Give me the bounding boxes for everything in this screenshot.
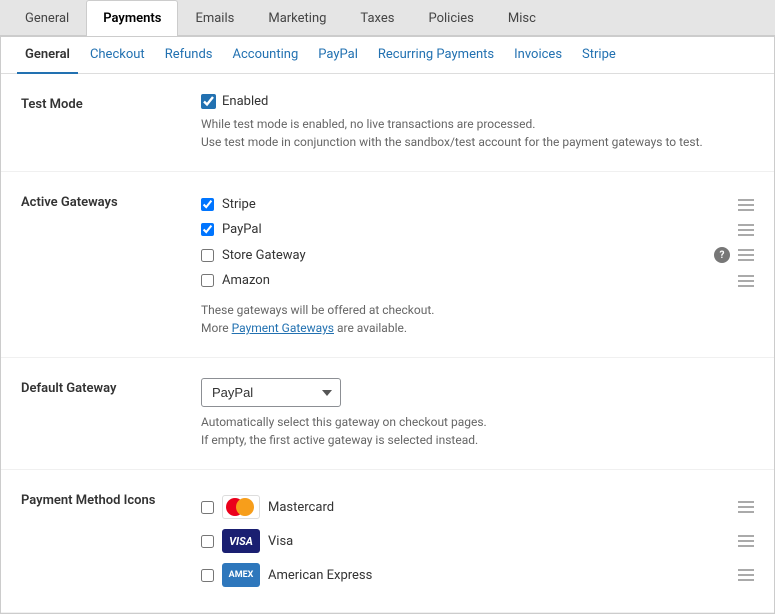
payment-gateways-link[interactable]: Payment Gateways — [232, 321, 334, 335]
top-tab-bar: General Payments Emails Marketing Taxes … — [0, 0, 775, 36]
gateway-stripe: Stripe — [201, 192, 754, 217]
sub-tab-bar: General Checkout Refunds Accounting PayP… — [1, 37, 774, 74]
payment-icon-mastercard-row: Mastercard — [201, 490, 754, 524]
tab-marketing[interactable]: Marketing — [251, 0, 343, 36]
active-gateways-control: Stripe PayPal Store Gateway — [201, 192, 754, 337]
subtab-general[interactable]: General — [17, 37, 78, 74]
default-gateway-label: Default Gateway — [21, 378, 201, 396]
gateway-stripe-drag[interactable] — [738, 199, 754, 211]
active-gateways-row: Active Gateways Stripe PayPal — [1, 172, 774, 358]
subtab-paypal[interactable]: PayPal — [310, 37, 366, 74]
amex-label: American Express — [268, 568, 730, 583]
default-gateway-control: PayPal Stripe Store Gateway Amazon Autom… — [201, 378, 754, 449]
subtab-accounting[interactable]: Accounting — [225, 37, 307, 74]
gateway-amazon-name: Amazon — [222, 273, 730, 288]
payment-icon-amex-row: AMEX American Express — [201, 558, 754, 592]
active-gateways-label: Active Gateways — [21, 192, 201, 210]
gateway-store-name: Store Gateway — [222, 248, 706, 263]
gateway-paypal-checkbox[interactable] — [201, 223, 214, 236]
default-gateway-description: Automatically select this gateway on che… — [201, 413, 754, 449]
mastercard-circles — [226, 498, 256, 516]
gateway-store: Store Gateway ? — [201, 242, 754, 268]
payment-method-icons-label: Payment Method Icons — [21, 490, 201, 508]
amex-checkbox[interactable] — [201, 569, 214, 582]
tab-general[interactable]: General — [8, 0, 86, 36]
gateway-note: These gateways will be offered at checko… — [201, 301, 754, 337]
store-gateway-help-icon[interactable]: ? — [714, 247, 730, 263]
tab-emails[interactable]: Emails — [178, 0, 251, 36]
gateway-paypal-drag[interactable] — [738, 224, 754, 236]
subtab-invoices[interactable]: Invoices — [506, 37, 570, 74]
test-mode-checkbox-line: Enabled — [201, 94, 754, 109]
payment-icon-visa-row: VISA Visa — [201, 524, 754, 558]
mc-circle-right — [236, 498, 254, 516]
subtab-stripe[interactable]: Stripe — [574, 37, 624, 74]
visa-drag[interactable] — [738, 535, 754, 547]
tab-policies[interactable]: Policies — [411, 0, 490, 36]
gateway-amazon-checkbox[interactable] — [201, 274, 214, 287]
amex-icon: AMEX — [222, 563, 260, 587]
gateway-store-drag[interactable] — [738, 249, 754, 261]
gateway-stripe-checkbox[interactable] — [201, 198, 214, 211]
subtab-checkout[interactable]: Checkout — [82, 37, 153, 74]
gateway-store-checkbox[interactable] — [201, 249, 214, 262]
test-mode-checkbox[interactable] — [201, 94, 216, 109]
gateway-amazon-drag[interactable] — [738, 275, 754, 287]
mastercard-icon — [222, 495, 260, 519]
default-gateway-row: Default Gateway PayPal Stripe Store Gate… — [1, 358, 774, 470]
gateway-paypal: PayPal — [201, 217, 754, 242]
tab-payments[interactable]: Payments — [86, 0, 178, 36]
visa-icon: VISA — [222, 529, 260, 553]
default-gateway-select[interactable]: PayPal Stripe Store Gateway Amazon — [201, 378, 341, 407]
test-mode-checkbox-label: Enabled — [222, 94, 268, 109]
subtab-recurring-payments[interactable]: Recurring Payments — [370, 37, 502, 74]
gateway-stripe-name: Stripe — [222, 197, 730, 212]
gateway-paypal-name: PayPal — [222, 222, 730, 237]
visa-checkbox[interactable] — [201, 535, 214, 548]
mastercard-checkbox[interactable] — [201, 501, 214, 514]
visa-label: Visa — [268, 534, 730, 549]
amex-drag[interactable] — [738, 569, 754, 581]
payment-method-icons-control: Mastercard VISA Visa A — [201, 490, 754, 592]
main-content: General Checkout Refunds Accounting PayP… — [0, 36, 775, 614]
settings-body: Test Mode Enabled While test mode is ena… — [1, 74, 774, 613]
test-mode-row: Test Mode Enabled While test mode is ena… — [1, 74, 774, 172]
payment-method-icons-row: Payment Method Icons Mastercard — [1, 470, 774, 613]
gateway-amazon: Amazon — [201, 268, 754, 293]
test-mode-control: Enabled While test mode is enabled, no l… — [201, 94, 754, 151]
test-mode-label: Test Mode — [21, 94, 201, 112]
test-mode-description: While test mode is enabled, no live tran… — [201, 115, 754, 151]
tab-taxes[interactable]: Taxes — [343, 0, 411, 36]
subtab-refunds[interactable]: Refunds — [157, 37, 221, 74]
tab-misc[interactable]: Misc — [491, 0, 553, 36]
mastercard-label: Mastercard — [268, 500, 730, 515]
mastercard-drag[interactable] — [738, 501, 754, 513]
